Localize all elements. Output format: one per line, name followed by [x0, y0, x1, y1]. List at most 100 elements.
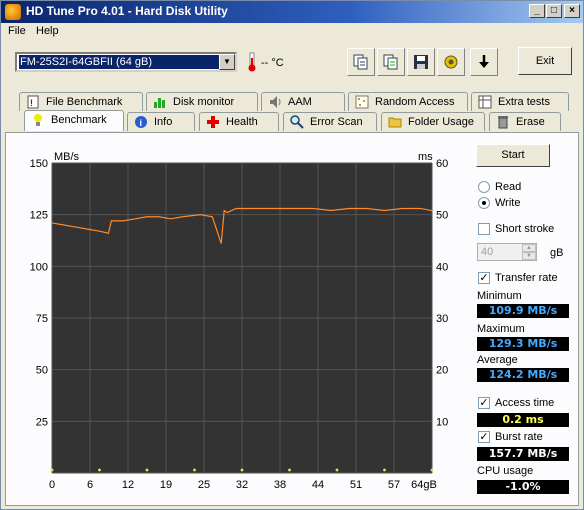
tab-random-access[interactable]: Random Access — [348, 92, 468, 111]
minimize-button[interactable]: _ — [529, 4, 545, 18]
benchmark-chart: 150 125 100 75 50 25 60 50 40 30 20 10 0 6 12 19 25 32 38… — [30, 151, 449, 491]
menu-file[interactable]: File — [8, 25, 26, 37]
access-time-point — [98, 468, 101, 472]
tab-info[interactable]: i Info — [127, 112, 195, 131]
short-stroke-label: Short stroke — [495, 223, 555, 235]
chevron-down-icon[interactable]: ▼ — [219, 54, 235, 70]
maximum-value: 129.3 MB/s — [477, 337, 569, 351]
drive-select-value: FM-25S2I-64GBFII (64 gB) — [19, 55, 219, 69]
access-time-point — [193, 468, 196, 472]
thermometer-icon — [248, 52, 256, 72]
y-tick-left: 100 — [30, 261, 48, 273]
copy-info-button[interactable] — [347, 48, 375, 76]
average-label: Average — [477, 354, 518, 366]
cpu-usage-label: CPU usage — [477, 465, 534, 477]
access-time-point — [335, 468, 339, 472]
transfer-rate-label: Transfer rate — [495, 272, 558, 284]
tab-label: Benchmark — [51, 114, 107, 126]
access-time-checkbox[interactable]: ✓ — [478, 397, 490, 409]
tab-erase[interactable]: Erase — [489, 112, 561, 131]
spin-down-icon[interactable]: ▼ — [522, 252, 536, 260]
write-label: Write — [495, 197, 521, 209]
options-button[interactable] — [437, 48, 465, 76]
write-radio[interactable] — [478, 197, 490, 209]
save-button[interactable] — [407, 48, 435, 76]
menu-help[interactable]: Help — [36, 25, 59, 37]
tab-label: Folder Usage — [408, 116, 475, 128]
average-value: 124.2 MB/s — [477, 368, 569, 382]
access-time-value: 0.2 ms — [477, 413, 569, 427]
x-tick: 38 — [274, 479, 286, 491]
y-tick-right: 40 — [436, 261, 448, 273]
burst-rate-checkbox[interactable]: ✓ — [478, 431, 490, 443]
tab-benchmark[interactable]: Benchmark — [24, 110, 124, 131]
copy-all-icon — [383, 54, 398, 70]
drive-select[interactable]: FM-25S2I-64GBFII (64 gB) ▼ — [15, 52, 237, 72]
benchmark-panel: 150 125 100 75 50 25 60 50 40 30 20 10 0 6 12 19 25 32 38… — [5, 132, 579, 506]
y-tick-right: 60 — [436, 158, 448, 170]
tab-folder-usage[interactable]: Folder Usage — [381, 112, 485, 131]
access-time-point — [145, 468, 149, 472]
x-tick: 0 — [49, 479, 55, 491]
right-unit-label: ms — [418, 151, 433, 163]
y-tick-right: 30 — [436, 313, 448, 325]
y-tick-right: 50 — [436, 210, 448, 222]
tab-label: Info — [154, 116, 173, 128]
read-radio[interactable] — [478, 181, 490, 193]
y-tick-left: 150 — [30, 158, 48, 170]
y-tick-right: 20 — [436, 365, 448, 377]
speaker-icon — [270, 96, 281, 108]
access-time-point — [240, 468, 244, 472]
cpu-usage-value: -1.0% — [477, 480, 569, 494]
x-tick: 25 — [198, 479, 210, 491]
short-stroke-spinner[interactable]: 40 ▲ ▼ — [477, 243, 537, 261]
document-icon: ! — [27, 95, 39, 109]
tab-error-scan[interactable]: Error Scan — [283, 112, 377, 131]
x-tick: 12 — [122, 479, 134, 491]
info-icon: i — [135, 116, 147, 128]
access-time-point — [430, 468, 434, 472]
folder-icon — [388, 117, 402, 128]
bulb-icon — [34, 114, 42, 126]
dots-icon — [355, 95, 369, 109]
svg-text:i: i — [140, 118, 143, 128]
tab-label: Error Scan — [310, 116, 363, 128]
read-label: Read — [495, 181, 522, 193]
copy-icon — [353, 54, 368, 70]
bar-chart-icon — [154, 98, 165, 108]
tab-label: Random Access — [375, 96, 455, 108]
tab-disk-monitor[interactable]: Disk monitor — [146, 92, 258, 111]
title-bar[interactable]: HD Tune Pro 4.01 - Hard Disk Utility _ □… — [1, 1, 583, 23]
spin-up-icon[interactable]: ▲ — [522, 244, 536, 252]
start-button[interactable]: Start — [476, 144, 550, 167]
copy-all-button[interactable] — [377, 48, 405, 76]
close-button[interactable]: × — [564, 4, 580, 18]
download-button[interactable] — [470, 48, 498, 76]
tab-aam[interactable]: AAM — [261, 92, 345, 111]
tab-label: Extra tests — [498, 96, 550, 108]
tab-health[interactable]: Health — [199, 112, 279, 131]
arrow-down-icon — [479, 55, 489, 68]
toolbar: FM-25S2I-64GBFII (64 gB) ▼ -- °C Exit — [1, 42, 583, 82]
exit-button[interactable]: Exit — [518, 47, 572, 75]
maximize-button[interactable]: □ — [546, 4, 562, 18]
tab-label: AAM — [288, 96, 312, 108]
floppy-icon — [414, 55, 428, 69]
y-tick-left: 75 — [36, 313, 48, 325]
access-time-label: Access time — [495, 397, 555, 409]
tab-label: Erase — [516, 116, 545, 128]
minimum-value: 109.9 MB/s — [477, 304, 569, 318]
stroke-unit-label: gB — [550, 247, 564, 259]
transfer-rate-checkbox[interactable]: ✓ — [478, 272, 490, 284]
x-tick: 19 — [160, 479, 172, 491]
short-stroke-checkbox[interactable] — [478, 223, 490, 235]
x-tick: 6 — [87, 479, 93, 491]
grid-icon — [478, 95, 492, 109]
y-tick-left: 50 — [36, 365, 48, 377]
cross-icon — [207, 116, 219, 128]
access-time-point — [288, 468, 291, 472]
tab-extra-tests[interactable]: Extra tests — [471, 92, 569, 111]
magnifier-icon — [290, 115, 304, 129]
tab-file-benchmark[interactable]: ! File Benchmark — [19, 92, 143, 111]
tab-label: File Benchmark — [46, 96, 123, 108]
